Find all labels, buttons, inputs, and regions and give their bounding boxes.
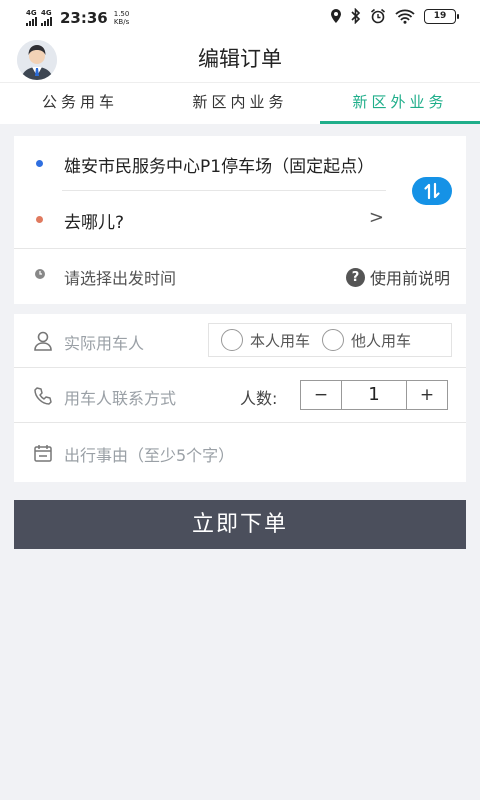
contact-input[interactable]: 用车人联系方式: [64, 385, 176, 409]
people-count-value[interactable]: 1: [341, 381, 407, 409]
radio-other-label: 他人用车: [351, 331, 412, 350]
phone-icon: [34, 387, 52, 405]
alarm-icon: [370, 8, 386, 24]
status-left: 4G 4G 23:36 1.50 KB/s: [26, 9, 129, 27]
radio-self-label: 本人用车: [250, 331, 311, 350]
passenger-form-card: 实际用车人 本人用车 他人用车 用车人联系方式 人数: − 1 + 出行事由（至…: [14, 314, 466, 482]
departure-time-placeholder: 请选择出发时间: [64, 269, 177, 288]
status-right: 19: [330, 8, 459, 24]
submit-order-button[interactable]: 立即下单: [14, 500, 466, 549]
people-count-label: 人数:: [240, 389, 278, 408]
reason-row[interactable]: 出行事由（至少5个字）: [14, 423, 466, 479]
passenger-label: 实际用车人: [64, 334, 145, 353]
calendar-icon: [34, 445, 52, 462]
tab-inner-district[interactable]: 新区内业务: [160, 83, 320, 124]
contact-row: 用车人联系方式 人数: − 1 +: [14, 368, 466, 424]
divider: [62, 190, 386, 191]
radio-self[interactable]: 本人用车: [221, 329, 310, 351]
network-type-1: 4G: [26, 9, 37, 17]
passenger-radio-group: 本人用车 他人用车: [208, 323, 452, 357]
app-header: 编辑订单: [0, 34, 480, 82]
page-title: 编辑订单: [198, 47, 282, 71]
location-icon: [331, 9, 341, 23]
usage-instructions-label: 使用前说明: [369, 269, 450, 288]
swap-arrows-icon: [424, 182, 440, 200]
clock: 23:36: [60, 9, 108, 27]
speed-unit: KB/s: [113, 18, 130, 26]
tab-bar: 公务用车 新区内业务 新区外业务: [0, 82, 480, 124]
signal-1-icon: 4G: [26, 10, 37, 26]
status-bar: 4G 4G 23:36 1.50 KB/s 19: [0, 0, 480, 34]
person-icon: [34, 331, 52, 351]
clock-icon: [35, 269, 45, 279]
tab-outer-district[interactable]: 新区外业务: [320, 83, 480, 124]
people-stepper: − 1 +: [300, 380, 448, 410]
trip-reason-input[interactable]: 出行事由（至少5个字）: [64, 442, 234, 466]
passenger-row: 实际用车人 本人用车 他人用车: [14, 314, 466, 370]
network-speed: 1.50 KB/s: [114, 10, 130, 26]
swap-locations-button[interactable]: [412, 177, 452, 205]
signal-2-icon: 4G: [41, 10, 52, 26]
start-location-row[interactable]: 雄安市民服务中心P1停车场（固定起点）: [14, 136, 466, 192]
increment-button[interactable]: +: [407, 381, 447, 409]
help-icon: ?: [345, 267, 365, 287]
destination-dot-icon: [36, 216, 43, 223]
location-card: 雄安市民服务中心P1停车场（固定起点） 去哪儿? > 请选择出发时间 ? 使用前…: [14, 136, 466, 304]
radio-other[interactable]: 他人用车: [322, 329, 411, 351]
bluetooth-icon: [351, 8, 361, 24]
tab-official-car[interactable]: 公务用车: [0, 83, 160, 124]
speed-value: 1.50: [113, 10, 130, 18]
network-type-2: 4G: [41, 9, 52, 17]
decrement-button[interactable]: −: [301, 381, 341, 409]
start-dot-icon: [36, 160, 43, 167]
destination-row[interactable]: 去哪儿?: [14, 192, 466, 248]
chevron-right-icon: >: [368, 207, 384, 228]
battery-icon: 19: [424, 8, 459, 24]
wifi-icon: [395, 9, 415, 24]
radio-circle-icon: [322, 329, 345, 351]
usage-instructions-link[interactable]: ? 使用前说明: [345, 265, 450, 289]
radio-circle-icon: [221, 329, 243, 351]
start-location-text: 雄安市民服务中心P1停车场（固定起点）: [64, 157, 375, 177]
destination-placeholder: 去哪儿?: [64, 213, 125, 233]
